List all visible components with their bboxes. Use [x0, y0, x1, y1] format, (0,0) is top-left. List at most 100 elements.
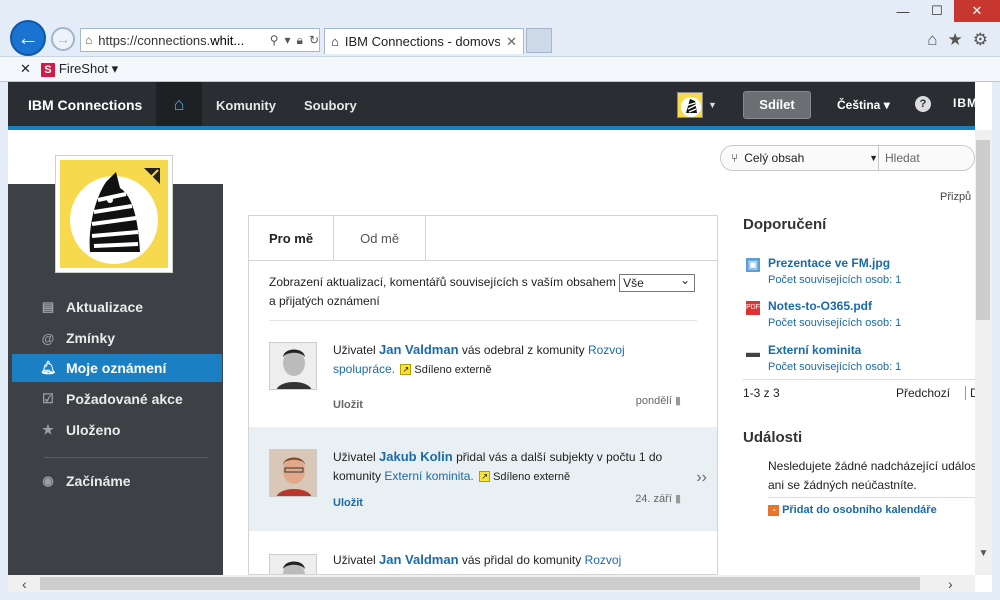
- entry-date: 24. září ▮: [635, 492, 681, 505]
- entry-prefix: Uživatel: [333, 343, 376, 357]
- entry-text: Uživatel Jan Valdman vás odebral z komun…: [333, 340, 663, 380]
- window-controls: — ☐ ✕: [886, 0, 1000, 22]
- list-item: Uživatel Jakub Kolin přidal vás a další …: [249, 427, 717, 531]
- notification-tabs: Pro mě Od mě: [249, 216, 717, 261]
- recommendation-sub[interactable]: Počet souvisejících osob: 1: [768, 361, 901, 373]
- add-calendar-label: Přidat do osobního kalendáře: [782, 504, 937, 516]
- sidebar-item-getting-started[interactable]: ◉ Začínáme: [12, 467, 222, 495]
- fireshot-logo-icon: S: [40, 63, 55, 77]
- entry-date: pondělí ▮: [636, 394, 681, 407]
- close-bar-icon[interactable]: ✕: [20, 61, 31, 77]
- people-icon: ▮: [674, 493, 681, 505]
- address-bar[interactable]: ⌂ https://connections.whit... ⚲ ▾ 🔒︎ ↻: [80, 28, 320, 52]
- pager-previous[interactable]: Předchozí: [896, 386, 950, 400]
- person-photo: [270, 450, 316, 496]
- user-menu-chevron-icon[interactable]: ▼: [708, 100, 717, 110]
- tab-page-icon: ⌂: [331, 34, 339, 49]
- save-link[interactable]: Uložit: [333, 497, 363, 509]
- browser-tab[interactable]: ⌂ IBM Connections - domovs... ✕: [324, 28, 524, 54]
- close-window-icon[interactable]: ✕: [954, 0, 1000, 22]
- tab-for-me[interactable]: Pro mě: [249, 216, 335, 260]
- zebra-profile-image: [60, 160, 168, 268]
- shared-externally-label: Sdíleno externě: [493, 471, 571, 483]
- customize-link[interactable]: Přizpů: [940, 191, 971, 203]
- nav-communities[interactable]: Komunity: [216, 98, 276, 113]
- filter-select[interactable]: Vše: [619, 272, 696, 292]
- person-photo: [270, 343, 316, 389]
- sidebar-item-mentions[interactable]: @ Zmínky: [12, 324, 222, 352]
- brand-title[interactable]: IBM Connections: [28, 97, 142, 113]
- scope-label: Celý obsah: [744, 151, 805, 165]
- actor-link[interactable]: Jakub Kolin: [379, 449, 453, 464]
- community-link[interactable]: Externí kominita.: [384, 469, 473, 483]
- actor-link[interactable]: Jan Valdman: [379, 342, 458, 357]
- home-button[interactable]: ⌂: [156, 82, 202, 126]
- recommendation-title[interactable]: Externí kominita: [768, 343, 861, 357]
- recommendations-title: Doporučení: [743, 216, 827, 233]
- fireshot-menu[interactable]: S FireShot ▾: [40, 61, 118, 77]
- avatar[interactable]: [269, 449, 317, 497]
- actor-link[interactable]: Jan Valdman: [379, 552, 458, 567]
- entry-prefix: Uživatel: [333, 553, 376, 567]
- scroll-right-icon[interactable]: ›: [948, 576, 953, 592]
- community-link[interactable]: Rozvoj: [585, 553, 622, 567]
- community-link[interactable]: Rozvoj: [588, 343, 625, 357]
- lock-icon[interactable]: 🔒︎: [297, 33, 303, 48]
- profile-photo[interactable]: [55, 155, 173, 273]
- recommendation-title[interactable]: Prezentace ve FM.jpg: [768, 256, 890, 270]
- recommendation-sub[interactable]: Počet souvisejících osob: 1: [768, 274, 901, 286]
- tab-from-me[interactable]: Od mě: [334, 216, 427, 260]
- save-link[interactable]: Uložit: [333, 399, 363, 411]
- share-button[interactable]: Sdílet: [743, 91, 811, 119]
- help-icon[interactable]: ?: [915, 96, 931, 112]
- sidebar-divider: [44, 457, 208, 458]
- refresh-icon[interactable]: ↻: [309, 33, 319, 47]
- search-bar: ⑂ Celý obsah ▼ Hledat: [720, 145, 975, 171]
- sidebar-item-updates[interactable]: ▤ Aktualizace: [12, 293, 222, 321]
- close-tab-icon[interactable]: ✕: [506, 34, 523, 50]
- chevron-down-icon[interactable]: ▾: [285, 33, 291, 47]
- nav-files[interactable]: Soubory: [304, 98, 357, 113]
- community-link-cont[interactable]: spolupráce.: [333, 362, 395, 376]
- add-calendar-link[interactable]: ◔ Přidat do osobního kalendáře: [768, 504, 937, 516]
- sidebar-item-notifications[interactable]: 🔔︎ Moje oznámení: [12, 354, 222, 382]
- scroll-down-icon[interactable]: ▼: [975, 548, 992, 562]
- avatar[interactable]: [269, 554, 317, 574]
- feed-icon: ◔: [768, 504, 779, 516]
- events-text-1: Nesledujete žádné nadcházející událos: [768, 459, 977, 473]
- expand-chevron-icon[interactable]: ››: [696, 469, 707, 487]
- search-icon[interactable]: ⚲: [270, 33, 279, 47]
- user-avatar[interactable]: [677, 92, 703, 118]
- avatar[interactable]: [269, 342, 317, 390]
- horizontal-scroll-thumb[interactable]: [40, 577, 920, 590]
- home-icon[interactable]: ⌂: [927, 30, 937, 50]
- back-button[interactable]: ←: [10, 20, 46, 56]
- sidebar-item-action-required[interactable]: ☑ Požadované akce: [12, 385, 222, 413]
- url-prefix: https://connections.: [98, 32, 211, 48]
- recommendation-sub[interactable]: Počet souvisejících osob: 1: [768, 317, 901, 329]
- entry-action: přidal vás a další subjekty v počtu 1 do: [456, 450, 663, 464]
- search-input[interactable]: Hledat: [879, 151, 974, 165]
- settings-gear-icon[interactable]: ⚙: [973, 30, 988, 50]
- maximize-icon[interactable]: ☐: [920, 0, 954, 22]
- compass-icon: ◉: [42, 473, 54, 488]
- browser-chrome: ← → ⌂ https://connections.whit... ⚲ ▾ 🔒︎…: [0, 0, 1000, 82]
- page-icon: ⌂: [85, 33, 93, 47]
- events-text-2: ani se žádných neúčastníte.: [768, 478, 917, 492]
- scroll-left-icon[interactable]: ‹: [22, 576, 27, 592]
- search-scope-dropdown[interactable]: ⑂ Celý obsah ▼: [721, 146, 879, 170]
- external-share-icon: ↗: [400, 364, 412, 376]
- language-label: Čeština: [837, 98, 881, 112]
- new-tab-button[interactable]: [526, 28, 552, 53]
- recommendation-title[interactable]: Notes-to-O365.pdf: [768, 299, 872, 313]
- vertical-scroll-thumb[interactable]: [976, 140, 990, 320]
- zebra-avatar-image: [678, 93, 702, 117]
- forward-button[interactable]: →: [51, 27, 75, 51]
- star-icon: ★: [42, 422, 54, 437]
- sidebar-item-saved[interactable]: ★ Uloženo: [12, 416, 222, 444]
- language-selector[interactable]: Čeština ▾: [837, 98, 890, 112]
- minimize-icon[interactable]: —: [886, 0, 920, 22]
- list-item: Uživatel Jan Valdman vás odebral z komun…: [249, 324, 717, 424]
- app-header: IBM Connections ⌂ Komunity Soubory ▼ Sdí…: [8, 82, 977, 130]
- favorites-star-icon[interactable]: ★: [948, 30, 963, 50]
